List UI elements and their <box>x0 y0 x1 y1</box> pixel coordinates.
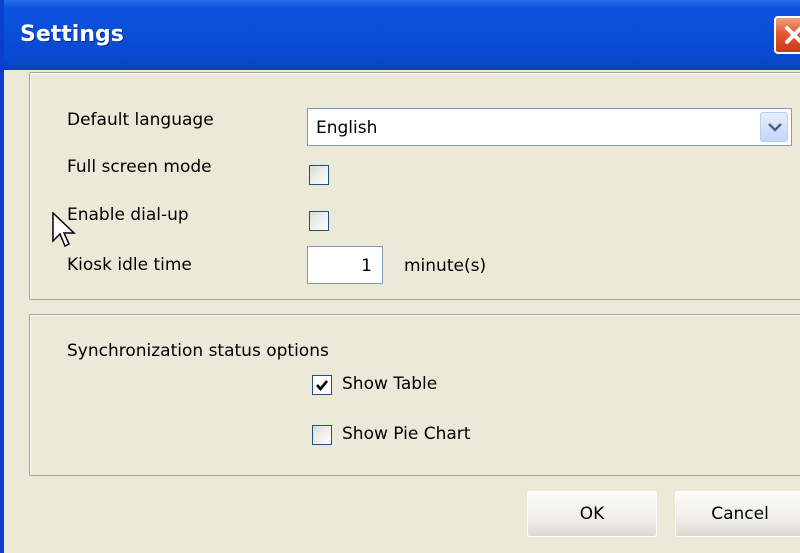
language-select-value: English <box>316 118 378 138</box>
ok-button[interactable]: OK <box>527 491 657 537</box>
window-title: Settings <box>20 22 124 47</box>
show-table-label[interactable]: Show Table <box>342 374 437 394</box>
show-pie-chart-checkbox[interactable] <box>312 425 332 445</box>
checkmark-icon <box>316 380 329 392</box>
kiosk-idle-time-label: Kiosk idle time <box>67 255 192 275</box>
close-button[interactable] <box>774 16 800 54</box>
kiosk-idle-time-value: 1 <box>361 256 372 276</box>
enable-dialup-label: Enable dial-up <box>67 205 189 225</box>
close-icon <box>785 26 800 44</box>
mouse-cursor-icon <box>52 212 76 248</box>
full-screen-mode-checkbox[interactable] <box>309 165 329 185</box>
sync-status-group <box>29 314 800 476</box>
idle-unit-label: minute(s) <box>404 256 487 276</box>
chevron-down-icon <box>768 123 782 132</box>
cancel-button[interactable]: Cancel <box>675 491 800 537</box>
sync-status-heading: Synchronization status options <box>67 341 329 361</box>
title-bar[interactable]: Settings <box>4 0 800 70</box>
default-language-label: Default language <box>67 110 214 130</box>
dropdown-button[interactable] <box>760 112 788 142</box>
full-screen-mode-label: Full screen mode <box>67 157 212 177</box>
enable-dialup-checkbox[interactable] <box>309 211 329 231</box>
show-table-checkbox[interactable] <box>312 375 332 395</box>
show-pie-chart-label[interactable]: Show Pie Chart <box>342 424 470 444</box>
kiosk-idle-time-input[interactable]: 1 <box>307 246 383 284</box>
language-select[interactable]: English <box>307 108 792 146</box>
settings-dialog: Settings Default language English Full s… <box>0 0 800 553</box>
